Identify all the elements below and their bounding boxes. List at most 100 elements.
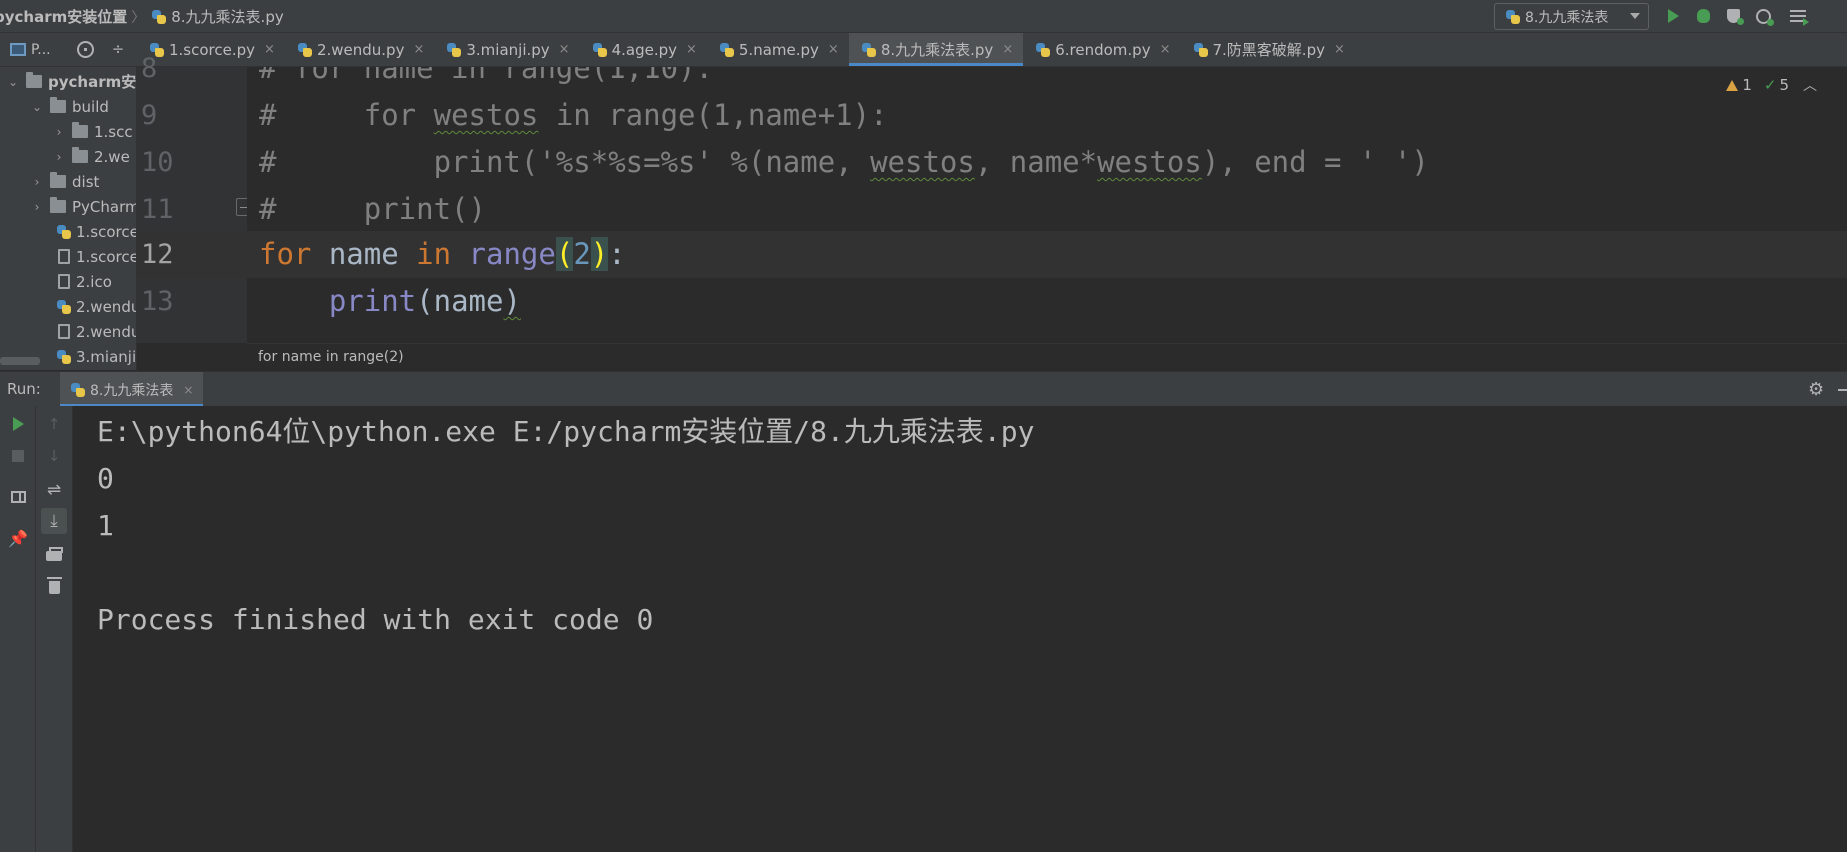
tab-4-age[interactable]: 4.age.py × bbox=[580, 33, 707, 66]
project-tree: ⌄ pycharm安 ⌄ build › 1.scc › 2.we › dist… bbox=[0, 67, 137, 370]
tab-7-anti-hacker[interactable]: 7.防黑客破解.py × bbox=[1181, 33, 1355, 66]
run-button[interactable] bbox=[1663, 6, 1683, 26]
python-file-icon bbox=[56, 349, 72, 365]
run-configuration-dropdown[interactable]: 8.九九乘法表 bbox=[1494, 3, 1649, 30]
folder-icon bbox=[50, 97, 66, 113]
editor-tabs: 1.scorce.py × 2.wendu.py × 3.mianji.py × 4.… bbox=[137, 33, 1355, 66]
tree-item-dist[interactable]: › dist bbox=[30, 169, 99, 194]
run-console[interactable]: E:\python64位\python.exe E:/pycharm安装位置/8… bbox=[73, 406, 1847, 852]
line-number: 10 bbox=[141, 147, 174, 178]
concurrency-button[interactable] bbox=[1788, 6, 1809, 26]
console-line: Process finished with exit code 0 bbox=[97, 603, 654, 636]
code-line: # print('%s*%s=%s' %(name, westos, name*… bbox=[259, 145, 1429, 179]
close-icon[interactable]: × bbox=[183, 383, 193, 397]
line-number-gutter: 8 9 10 11 12 13 bbox=[137, 53, 247, 343]
scroll-to-end-button[interactable]: ⤓ bbox=[41, 508, 67, 534]
tree-item-label: 2.we bbox=[94, 147, 130, 166]
tab-label: 3.mianji.py bbox=[466, 40, 550, 59]
tree-item-label: dist bbox=[72, 172, 100, 191]
chevron-up-icon[interactable]: ︿ bbox=[1803, 75, 1817, 95]
file-icon bbox=[58, 324, 70, 339]
tree-item-file[interactable]: 1.scorce bbox=[56, 219, 137, 244]
print-button[interactable] bbox=[44, 546, 64, 566]
scroll-to-end-icon: ⤓ bbox=[50, 511, 58, 531]
tree-item-file[interactable]: 3.mianji bbox=[56, 344, 136, 369]
locate-file-icon[interactable] bbox=[77, 41, 94, 58]
run-tab[interactable]: 8.九九乘法表 × bbox=[60, 372, 204, 407]
collapse-all-icon[interactable]: ÷ bbox=[110, 41, 126, 58]
run-icon bbox=[1667, 9, 1679, 23]
tree-item-file[interactable]: 2.wendu bbox=[56, 294, 136, 319]
tab-label: 2.wendu.py bbox=[316, 40, 405, 59]
chevron-right-icon[interactable]: › bbox=[52, 150, 66, 164]
python-file-icon bbox=[1193, 42, 1209, 58]
close-icon[interactable]: × bbox=[828, 42, 839, 57]
chevron-down-icon bbox=[1630, 13, 1640, 19]
tab-2-wendu[interactable]: 2.wendu.py × bbox=[285, 33, 434, 66]
debug-button[interactable] bbox=[1693, 6, 1713, 26]
code-editor[interactable]: # for name in range(1,10): # for westos … bbox=[247, 67, 1847, 343]
coverage-button[interactable] bbox=[1723, 6, 1744, 26]
tree-item-root[interactable]: ⌄ pycharm安 bbox=[6, 69, 136, 94]
tab-5-name[interactable]: 5.name.py × bbox=[707, 33, 849, 66]
tree-item-build[interactable]: ⌄ build bbox=[30, 94, 109, 119]
warning-highlight: ) bbox=[503, 284, 521, 318]
clear-all-button[interactable] bbox=[44, 576, 64, 597]
python-file-icon bbox=[861, 42, 877, 58]
chevron-right-icon[interactable]: › bbox=[30, 175, 44, 189]
hide-icon[interactable] bbox=[1838, 389, 1847, 391]
close-icon[interactable]: × bbox=[559, 42, 570, 57]
tree-item-label: PyCharm bbox=[72, 197, 137, 216]
tree-item-file[interactable]: 1.scorce bbox=[58, 244, 136, 269]
typo-highlight: westos bbox=[870, 145, 975, 179]
tab-6-rendom[interactable]: 6.rendom.py × bbox=[1023, 33, 1180, 66]
code-breadcrumb[interactable]: for name in range(2) bbox=[258, 349, 404, 365]
breadcrumb-file[interactable]: 8.九九乘法表.py bbox=[151, 6, 284, 27]
console-line: E:\python64位\python.exe E:/pycharm安装位置/8… bbox=[97, 415, 1035, 448]
close-icon[interactable]: × bbox=[264, 42, 275, 57]
next-occurrence-button[interactable]: ↓ bbox=[44, 446, 64, 466]
close-icon[interactable]: × bbox=[686, 42, 697, 57]
previous-occurrence-button[interactable]: ↑ bbox=[44, 414, 64, 434]
restore-layout-button[interactable] bbox=[8, 487, 28, 507]
tree-item-build-1[interactable]: › 1.scc bbox=[52, 119, 133, 144]
python-file-icon bbox=[297, 42, 313, 58]
tree-item-pycharm[interactable]: › PyCharm bbox=[30, 194, 137, 219]
project-view-icon bbox=[10, 43, 26, 56]
soft-wrap-button[interactable]: ⇌ bbox=[44, 480, 64, 500]
run-tool-window-header: Run: 8.九九乘法表 × ⚙ bbox=[0, 371, 1847, 407]
soft-wrap-icon: ⇌ bbox=[46, 480, 62, 500]
tree-item-file[interactable]: 2.wendu bbox=[58, 319, 136, 344]
run-toolbar-primary: 📌 bbox=[0, 406, 36, 852]
chevron-down-icon[interactable]: ⌄ bbox=[6, 75, 20, 89]
inspection-widget[interactable]: 1 ✓ 5 ︿ bbox=[1726, 75, 1817, 95]
gear-icon[interactable]: ⚙ bbox=[1808, 381, 1824, 399]
close-icon[interactable]: × bbox=[1334, 42, 1345, 57]
breadcrumb-project[interactable]: pycharm安装位置 bbox=[0, 6, 127, 27]
python-file-icon bbox=[446, 42, 462, 58]
python-file-icon bbox=[1035, 42, 1051, 58]
check-icon: ✓ bbox=[1763, 76, 1777, 94]
run-toolbar-secondary: ↑ ↓ ⇌ ⤓ bbox=[36, 406, 73, 852]
trash-icon bbox=[46, 576, 62, 594]
tab-8-multiplication-table[interactable]: 8.九九乘法表.py × bbox=[848, 33, 1024, 66]
chevron-right-icon[interactable]: › bbox=[52, 125, 66, 139]
tree-item-build-2[interactable]: › 2.we bbox=[52, 144, 130, 169]
tab-3-mianji[interactable]: 3.mianji.py × bbox=[434, 33, 579, 66]
tree-item-file[interactable]: 2.ico bbox=[58, 269, 112, 294]
rerun-button[interactable] bbox=[8, 414, 28, 434]
profile-button[interactable] bbox=[1753, 6, 1774, 26]
tree-item-label: 1.scorce bbox=[76, 222, 137, 241]
profiler-icon bbox=[1755, 8, 1774, 26]
pin-icon: 📌 bbox=[8, 528, 28, 548]
coverage-icon bbox=[1726, 9, 1744, 25]
stop-button[interactable] bbox=[8, 446, 28, 466]
tab-label: 8.九九乘法表.py bbox=[880, 41, 994, 59]
horizontal-scrollbar[interactable] bbox=[0, 357, 40, 365]
chevron-right-icon[interactable]: › bbox=[30, 200, 44, 214]
close-icon[interactable]: × bbox=[1160, 42, 1171, 57]
close-icon[interactable]: × bbox=[413, 42, 424, 57]
pin-tab-button[interactable]: 📌 bbox=[8, 528, 28, 548]
close-icon[interactable]: × bbox=[1002, 42, 1013, 57]
chevron-down-icon[interactable]: ⌄ bbox=[30, 100, 44, 114]
